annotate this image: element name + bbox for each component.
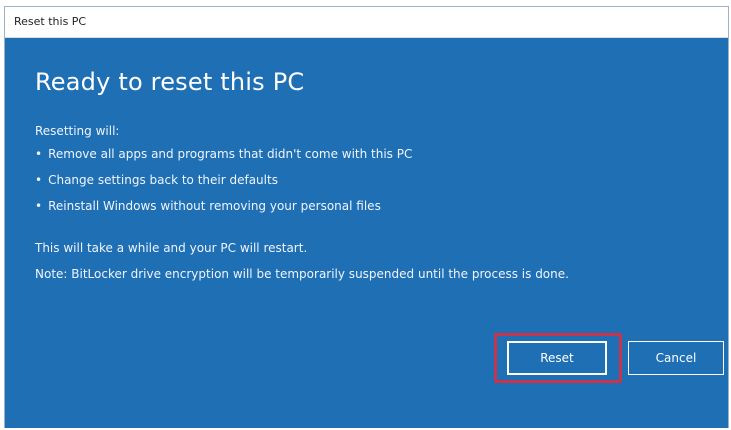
bullet-text: Remove all apps and programs that didn't… [48, 147, 413, 161]
window-title: Reset this PC [14, 15, 87, 28]
title-bar: Reset this PC [5, 7, 728, 38]
dialog-heading: Ready to reset this PC [35, 68, 305, 96]
bullet-icon: • [35, 173, 43, 187]
bitlocker-note: Note: BitLocker drive encryption will be… [35, 267, 569, 281]
reset-actions-list: • Remove all apps and programs that didn'… [35, 146, 412, 224]
bullet-icon: • [35, 199, 43, 213]
reset-button[interactable]: Reset [507, 341, 607, 375]
list-item: • Change settings back to their defaults [35, 172, 412, 198]
bullet-text: Change settings back to their defaults [48, 173, 278, 187]
resetting-intro: Resetting will: [35, 124, 120, 138]
bullet-text: Reinstall Windows without removing your … [48, 199, 381, 213]
reset-pc-window: Reset this PC Ready to reset this PC Res… [4, 6, 729, 428]
cancel-button[interactable]: Cancel [628, 341, 724, 375]
list-item: • Reinstall Windows without removing your… [35, 198, 412, 224]
restart-note: This will take a while and your PC will … [35, 241, 308, 255]
bullet-icon: • [35, 147, 43, 161]
list-item: • Remove all apps and programs that didn'… [35, 146, 412, 172]
